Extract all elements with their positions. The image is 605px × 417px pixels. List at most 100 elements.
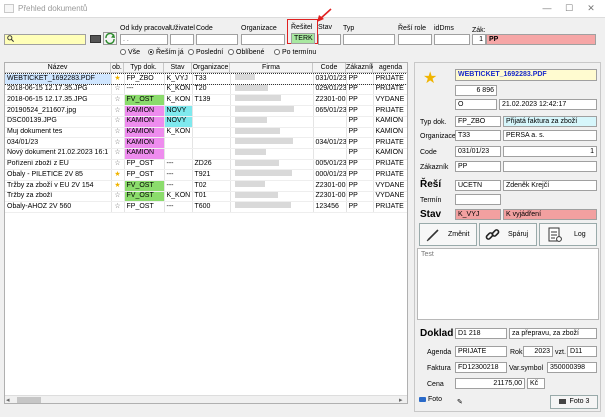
star-outline-icon[interactable]: ☆ (114, 139, 120, 146)
table-row[interactable]: DSC00139.JPG ☆ KAMION NOVY PP KAMION (5, 116, 407, 128)
table-row[interactable]: WEBTICKET_1692283.PDF ★ FP_ZBO K_VYJ T33 031/… (5, 72, 407, 86)
table-row[interactable]: 034/01/23 ☆ KAMION 034/01/23 PP PRIJATE (5, 137, 407, 149)
code-input[interactable] (196, 34, 238, 45)
termin-input[interactable] (455, 194, 501, 205)
cell-firma (230, 94, 314, 107)
star-outline-icon[interactable]: ☆ (114, 203, 120, 210)
iddms-input[interactable] (434, 34, 470, 45)
pin-icon[interactable]: ✎ (457, 398, 463, 406)
resi-role[interactable]: UCETN (455, 180, 501, 191)
rok-value[interactable]: 2023 (523, 346, 553, 357)
resi-role-input[interactable] (398, 34, 432, 45)
cell-zakaznik-text: PP (348, 128, 358, 136)
stav-input[interactable] (318, 34, 341, 45)
note-area[interactable]: Test (417, 248, 599, 320)
star-outline-icon[interactable]: ☆ (114, 85, 120, 92)
cell-stav: K_KON (164, 127, 193, 139)
cell-nazev-text: 2018-06-15 12.17.35.JPG (7, 95, 88, 103)
refresh-button[interactable] (103, 32, 117, 45)
keyboard-icon[interactable] (90, 35, 101, 43)
zmenit-button[interactable]: Změnit (419, 223, 477, 246)
favorite-star-icon[interactable]: ★ (114, 171, 120, 178)
typ-dok-code[interactable]: FP_ZBO (455, 116, 501, 127)
star-outline-icon[interactable]: ☆ (114, 117, 120, 124)
organizace-input[interactable] (241, 34, 285, 45)
radio-oblibene[interactable]: Oblíbené (228, 48, 264, 57)
document-grid[interactable]: Název ob. Typ dok. Stav Organizace Firma… (4, 62, 408, 404)
star-outline-icon[interactable]: ☆ (114, 96, 120, 103)
varsym-value[interactable]: 350000398 (547, 362, 597, 373)
table-row[interactable]: Tržby za zboží v EU 2V 154 ★ FV_OST --- T02 Z… (5, 180, 407, 192)
uzivatel-input[interactable] (170, 34, 194, 45)
table-row[interactable]: 2018-06-15 12.17.35.JPG ☆ FV_OST K_KON T139 Z… (5, 94, 407, 107)
cell-zakaznik-text: PP (348, 192, 358, 200)
col-header-zakaznik[interactable]: Zákazník (346, 63, 374, 73)
radio-resim-ja[interactable]: Řeším já (148, 48, 184, 57)
search-input[interactable] (4, 34, 86, 45)
col-header-typ[interactable]: Typ dok. (124, 63, 164, 73)
radio-posledni[interactable]: Poslední (188, 48, 223, 57)
foto-button[interactable]: Foto (419, 396, 455, 409)
cell-code: 031/01/23 (313, 74, 347, 85)
star-outline-icon[interactable]: ☆ (114, 107, 120, 114)
col-header-agenda[interactable]: agenda (373, 63, 407, 73)
table-row[interactable]: 20190524_211607.jpg ☆ KAMION NOVY 065/01/23 P… (5, 105, 407, 117)
star-outline-icon[interactable]: ☆ (114, 192, 120, 199)
sparuj-button[interactable]: Spáruj (479, 223, 537, 246)
star-outline-icon[interactable]: ☆ (114, 128, 120, 135)
zak-num-input[interactable]: 1 (472, 34, 486, 45)
cell-agenda-text: KAMION (375, 117, 404, 125)
scrollbar-thumb[interactable] (17, 397, 41, 403)
cell-stav-text: K_KON (166, 85, 191, 93)
col-header-organizace[interactable]: Organizace (192, 63, 230, 73)
col-header-firma[interactable]: Firma (230, 63, 313, 73)
org-code[interactable]: T33 (455, 130, 501, 141)
table-row[interactable]: Nový dokument 21.02.2023 16:1 ☆ KAMION PP KA… (5, 148, 407, 160)
col-header-stav[interactable]: Stav (164, 63, 192, 73)
agenda-value[interactable]: PRIJATE (455, 346, 507, 357)
table-row[interactable]: Obaly - PILETICE 2V 85 ★ FP_OST --- T921 000/… (5, 169, 407, 182)
close-button[interactable]: ✕ (580, 2, 602, 15)
cell-agenda-text: PRIJATE (375, 138, 404, 146)
code-num[interactable]: 1 (503, 146, 597, 157)
od-kdy-input[interactable]: . . (120, 34, 168, 45)
favorite-star-icon[interactable]: ★ (114, 75, 120, 82)
cell-organizace: T02 (192, 180, 231, 192)
col-header-code[interactable]: Code (313, 63, 346, 73)
log-button[interactable]: Log (539, 223, 597, 246)
cell-nazev: Tržby za zboží v EU 2V 154 (5, 180, 112, 192)
star-outline-icon[interactable]: ☆ (114, 149, 120, 156)
horizontal-scrollbar[interactable]: ◂ ▸ (5, 395, 407, 403)
radio-vse[interactable]: Vše (120, 48, 140, 57)
star-outline-icon[interactable]: ☆ (114, 160, 120, 167)
cena-value[interactable]: 21175,00 (455, 378, 525, 389)
favorite-star-icon[interactable]: ★ (423, 71, 437, 87)
foto3-button[interactable]: Foto 3 (550, 395, 598, 409)
vzt-value[interactable]: D11 (567, 346, 597, 357)
table-row[interactable]: Muj dokument tes ☆ KAMION K_KON PP KAMION (5, 127, 407, 139)
typ-input[interactable] (343, 34, 395, 45)
termin-label: Termín (420, 197, 442, 204)
faktura-value[interactable]: FD12300218 (455, 362, 507, 373)
cell-nazev: DSC00139.JPG (5, 116, 112, 128)
minimize-button[interactable]: — (536, 2, 558, 15)
zak-input[interactable]: PP (486, 34, 596, 45)
table-row[interactable]: Tržby za zboží ☆ FV_OST K_KONT01 Z2301-0034P… (5, 191, 407, 203)
zakaznik-value[interactable]: PP (455, 161, 501, 172)
code-value[interactable]: 031/01/23 (455, 146, 501, 157)
col-header-nazev[interactable]: Název (5, 63, 111, 73)
maximize-button[interactable]: ☐ (558, 2, 580, 15)
doklad-value[interactable]: D1 218 (455, 328, 507, 339)
col-header-ob[interactable]: ob. (111, 63, 124, 73)
cell-typ: FV_OST (124, 180, 165, 192)
table-row[interactable]: 2018-06-15 12.17.35.JPG ☆ --- K_KON T20 029/0… (5, 84, 407, 96)
resitel-input[interactable]: TERK (291, 33, 315, 44)
table-row[interactable]: Obaly-AHOZ 2V 560 ☆ FP_OST --- T600 123456 PP P… (5, 201, 407, 214)
cell-fav: ☆ (111, 159, 125, 171)
favorite-star-icon[interactable]: ★ (114, 182, 120, 189)
scroll-left-icon[interactable]: ◂ (6, 396, 10, 403)
radio-po-terminu[interactable]: Po termínu (274, 48, 316, 57)
cell-typ: FV_OST (124, 191, 165, 203)
scroll-right-icon[interactable]: ▸ (399, 396, 403, 403)
table-row[interactable]: Pořízení zboží z EU ☆ FP_OST --- ZD26 005/01/… (5, 159, 407, 171)
